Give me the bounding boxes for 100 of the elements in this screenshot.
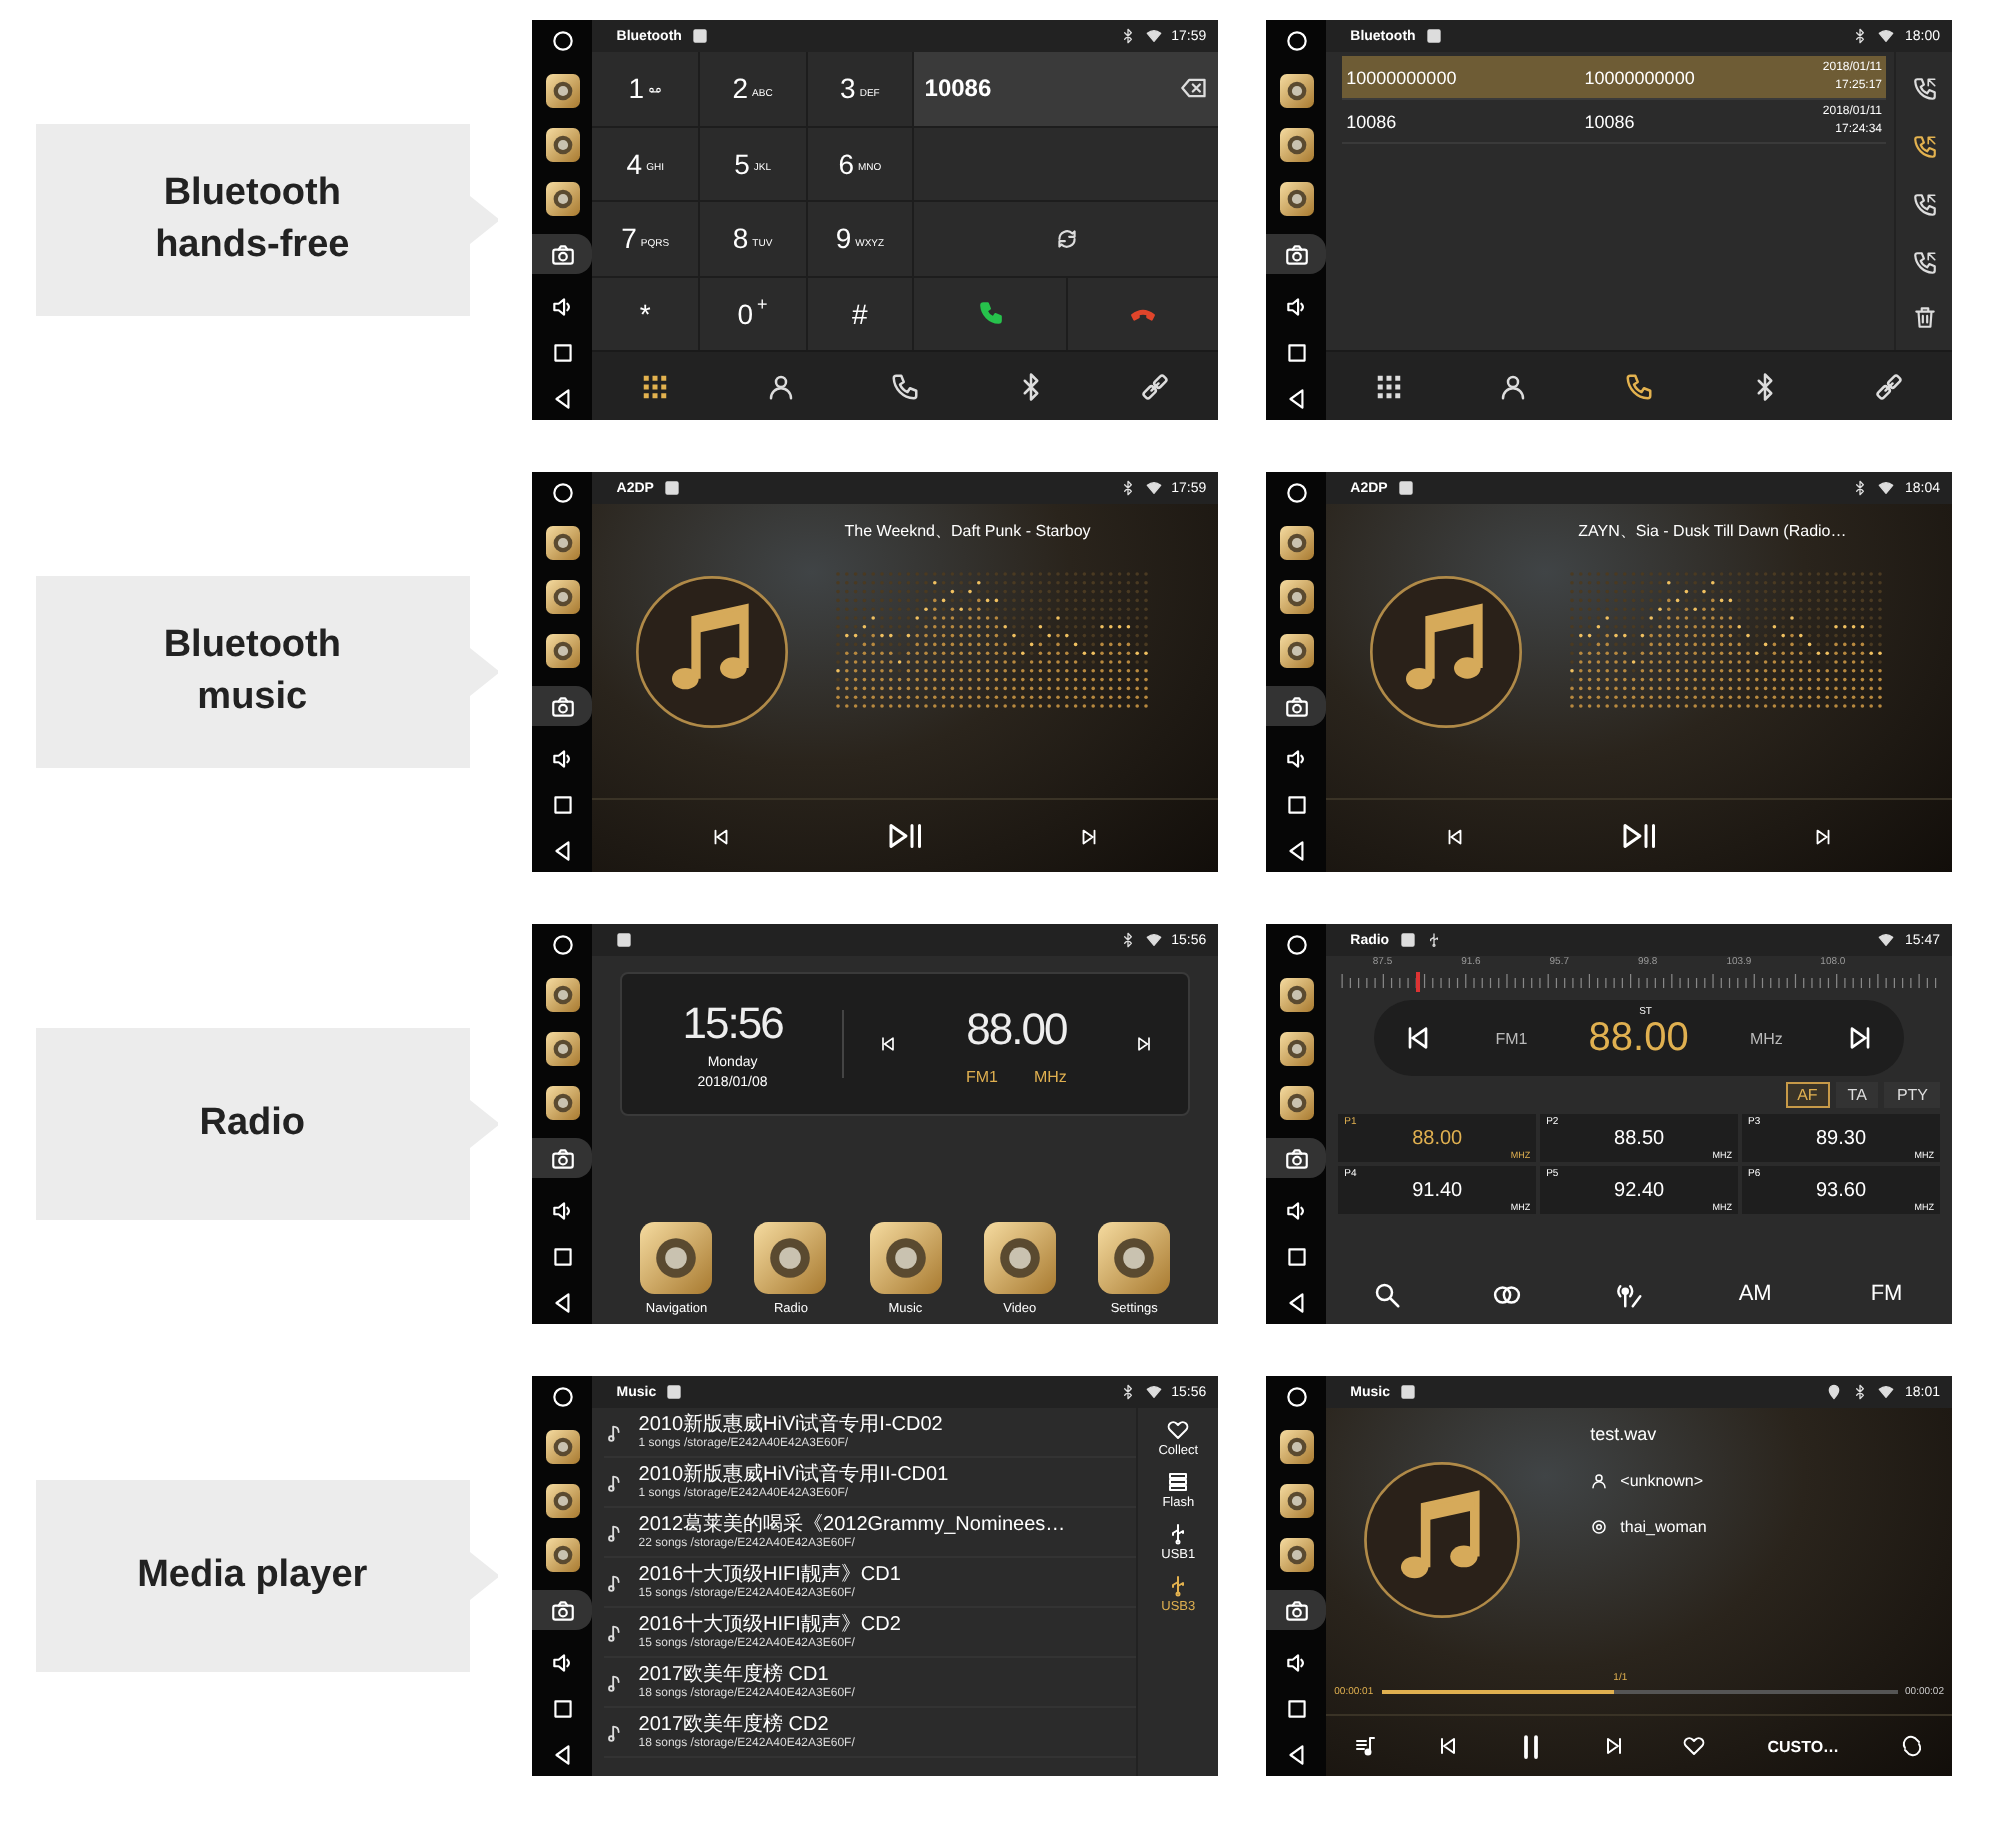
app-icon[interactable] — [1098, 1222, 1171, 1294]
dial-key[interactable]: 0+ — [699, 277, 806, 350]
app-icon[interactable] — [1279, 633, 1314, 668]
trash-icon[interactable] — [1911, 304, 1937, 330]
app-icon[interactable] — [1279, 127, 1314, 162]
app-icon[interactable] — [545, 1031, 580, 1066]
previous-icon[interactable] — [710, 825, 733, 847]
mode-button[interactable]: CUSTO… — [1763, 1733, 1844, 1759]
antenna-icon[interactable] — [1613, 1279, 1644, 1309]
camera-button[interactable] — [1266, 234, 1327, 275]
image-icon — [1399, 1384, 1416, 1400]
tuning-needle[interactable] — [1416, 972, 1421, 992]
camera-button[interactable] — [532, 234, 593, 275]
app-icon[interactable] — [983, 1222, 1056, 1294]
app-icon[interactable] — [545, 73, 580, 108]
app-icon[interactable] — [545, 1085, 580, 1120]
previous-icon[interactable] — [1443, 825, 1466, 847]
volume-icon[interactable] — [1283, 294, 1310, 321]
radio-option-button[interactable]: AF — [1785, 1082, 1830, 1108]
volume-icon[interactable] — [549, 746, 576, 773]
home-icon[interactable] — [1283, 932, 1310, 958]
next-icon[interactable] — [1078, 825, 1101, 847]
dial-key[interactable]: # — [807, 277, 913, 350]
camera-button[interactable] — [1266, 686, 1327, 727]
volume-icon[interactable] — [549, 294, 576, 321]
app-icon[interactable] — [1279, 1085, 1314, 1120]
square-icon[interactable] — [549, 340, 576, 367]
volume-icon[interactable] — [549, 1650, 576, 1677]
app-icon[interactable] — [1279, 73, 1314, 108]
home-icon[interactable] — [549, 480, 576, 506]
app-icon[interactable] — [1279, 579, 1314, 614]
square-icon[interactable] — [1283, 1244, 1310, 1271]
home-icon[interactable] — [549, 932, 576, 958]
app-icon[interactable] — [1279, 1483, 1314, 1518]
artist-name: <unknown> — [1620, 1472, 1704, 1490]
home-icon[interactable] — [1283, 480, 1310, 506]
home-icon[interactable] — [549, 28, 576, 54]
square-icon[interactable] — [1283, 1696, 1310, 1723]
search-icon[interactable] — [1371, 1279, 1402, 1309]
refresh-icon[interactable] — [1053, 225, 1080, 252]
camera-button[interactable] — [532, 686, 593, 727]
backspace-icon[interactable] — [1180, 74, 1209, 103]
volume-icon[interactable] — [1283, 746, 1310, 773]
app-icon[interactable] — [545, 1429, 580, 1464]
app-icon[interactable] — [545, 1483, 580, 1518]
play-pause-icon[interactable] — [887, 818, 924, 854]
person-icon — [1498, 371, 1529, 401]
previous-icon[interactable] — [878, 1034, 899, 1054]
band-label: FM1 — [1495, 1029, 1528, 1047]
dial-key[interactable]: * — [592, 277, 698, 350]
app-icon[interactable] — [1279, 977, 1314, 1012]
square-icon[interactable] — [549, 1244, 576, 1271]
heart-icon[interactable] — [1682, 1734, 1707, 1758]
app-icon[interactable] — [640, 1222, 713, 1294]
square-icon[interactable] — [549, 792, 576, 819]
tuning-scale[interactable] — [1338, 974, 1940, 990]
app-icon[interactable] — [545, 579, 580, 614]
square-icon[interactable] — [1283, 340, 1310, 367]
playlist-icon[interactable] — [1354, 1734, 1379, 1758]
camera-button[interactable] — [1266, 1138, 1327, 1179]
folder-title: 2010新版惠威HiVi试音专用I-CD02 — [638, 1414, 943, 1437]
app-icon[interactable] — [545, 633, 580, 668]
square-icon[interactable] — [1283, 792, 1310, 819]
hang-up-button[interactable] — [1067, 277, 1219, 350]
app-icon[interactable] — [869, 1222, 942, 1294]
volume-icon[interactable] — [549, 1198, 576, 1225]
next-icon[interactable] — [1602, 1734, 1627, 1758]
app-icon[interactable] — [545, 525, 580, 560]
home-icon[interactable] — [549, 1384, 576, 1410]
app-icon[interactable] — [1279, 525, 1314, 560]
next-icon[interactable] — [1812, 825, 1835, 847]
band-button[interactable]: FM — [1866, 1278, 1907, 1310]
home-icon[interactable] — [1283, 28, 1310, 54]
section-label: Media player — [36, 1480, 499, 1672]
app-icon[interactable] — [1279, 1031, 1314, 1066]
app-icon[interactable] — [754, 1222, 827, 1294]
camera-button[interactable] — [532, 1138, 593, 1179]
app-icon[interactable] — [545, 977, 580, 1012]
app-icon[interactable] — [545, 127, 580, 162]
radio-option-button[interactable]: TA — [1835, 1082, 1879, 1108]
app-icon[interactable] — [545, 1537, 580, 1572]
app-icon[interactable] — [1279, 181, 1314, 216]
call-button[interactable] — [914, 277, 1066, 350]
dial-key[interactable]: 1 — [592, 52, 698, 125]
square-icon[interactable] — [549, 1696, 576, 1723]
camera-button[interactable] — [1266, 1590, 1327, 1631]
band-button[interactable]: AM — [1734, 1278, 1776, 1310]
volume-icon[interactable] — [1283, 1650, 1310, 1677]
home-icon[interactable] — [1283, 1384, 1310, 1410]
disc-icon — [1590, 1518, 1609, 1536]
play-pause-icon[interactable] — [1621, 818, 1658, 854]
next-icon[interactable] — [1134, 1034, 1155, 1054]
app-icon[interactable] — [545, 181, 580, 216]
album-name: thai_woman — [1620, 1518, 1707, 1536]
radio-option-button[interactable]: PTY — [1884, 1082, 1940, 1108]
app-icon[interactable] — [1279, 1429, 1314, 1464]
app-icon[interactable] — [1279, 1537, 1314, 1572]
volume-icon[interactable] — [1283, 1198, 1310, 1225]
previous-icon[interactable] — [1435, 1734, 1460, 1758]
camera-button[interactable] — [532, 1590, 593, 1631]
